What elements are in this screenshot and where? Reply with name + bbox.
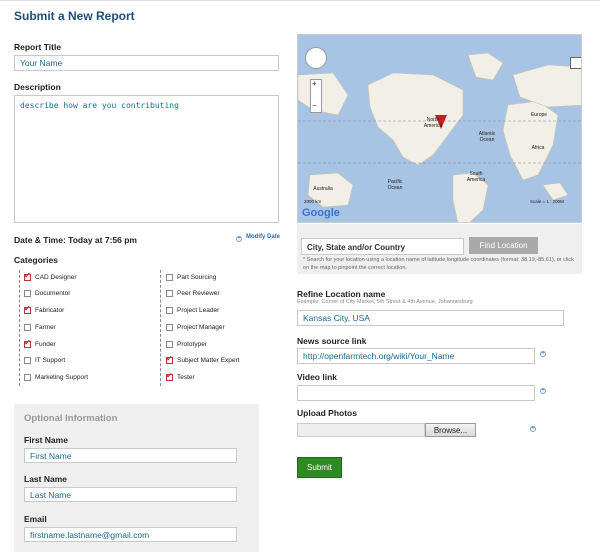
modify-date-link[interactable]: Modify Date [246,234,280,240]
category-item[interactable]: Funder [24,338,88,350]
layer-switcher-icon[interactable] [570,57,581,69]
checkbox[interactable] [24,357,31,365]
refine-location-label: Refine Location name [297,289,386,299]
news-link-label: News source link [297,336,367,346]
map-label: Australia [313,186,333,192]
category-item[interactable]: Project Manager [166,321,240,333]
category-label: Tester [177,374,195,382]
checkbox-checked[interactable] [166,371,173,382]
checkbox-checked[interactable] [166,354,173,365]
category-item[interactable]: Part Sourcing [166,271,240,283]
file-path-field[interactable] [297,423,425,437]
refine-location-example: Example: Corner of City Market, 5th Stre… [297,299,473,305]
zoom-out-icon[interactable]: − [312,101,317,110]
checkbox[interactable] [166,340,173,348]
category-label: CAD Designer [35,273,77,281]
browse-button[interactable]: Browse... [425,423,476,437]
zoom-in-icon[interactable]: + [312,79,317,88]
checkbox-checked[interactable] [24,338,31,348]
category-label: Documentor [35,290,71,298]
category-item[interactable]: Project Leader [166,305,240,317]
find-location-button[interactable]: Find Location [469,237,538,254]
map-label: Africa [531,145,545,151]
optional-info-panel: Optional Information First Name First Na… [14,404,259,552]
checkbox[interactable] [166,307,173,315]
upload-photos-label: Upload Photos [297,408,357,418]
add-video-link-icon[interactable]: + [540,388,546,394]
first-name-input[interactable]: First Name [24,448,237,463]
first-name-label: First Name [24,435,68,445]
category-label: Marketing Support [35,374,89,382]
submit-button[interactable]: Submit [297,457,342,478]
checkbox[interactable] [24,374,31,382]
description-label: Description [14,82,61,92]
map-scale: 2000 km [304,199,322,204]
location-search-input[interactable]: City, State and/or Country [301,238,464,255]
news-link-input[interactable]: http://openfarmtech.org/wiki/Your_Name [297,348,535,364]
category-tree-line [19,270,20,386]
category-item[interactable]: Fabricator [24,304,88,317]
email-label: Email [24,514,47,524]
category-label: Subject Matter Expert [177,357,240,365]
categories-label: Categories [14,255,58,265]
top-divider [0,0,600,1]
category-label: Prototyper [177,340,207,348]
checkbox-checked[interactable] [24,271,31,281]
category-item[interactable]: Subject Matter Expert [166,354,240,367]
category-label: Farmer [35,323,56,331]
page-title: Submit a New Report [14,9,135,23]
category-label: Project Manager [177,323,225,331]
google-logo: Google [302,207,340,219]
categories-left: CAD Designer Documentor Fabricator Farme… [24,271,88,384]
map-scale-ratio: Scale = 1 : 200M [530,199,564,204]
map-land [298,52,581,222]
refine-location-input[interactable]: Kansas City, USA [297,310,564,326]
map-label: Europe [530,112,548,118]
category-item[interactable]: Tester [166,371,240,384]
map-label: Atlantic Ocean [478,131,496,143]
checkbox[interactable] [166,290,173,298]
category-label: Funder [35,340,56,348]
plus-icon[interactable]: + [236,236,242,242]
video-link-input[interactable] [297,385,535,401]
map-label: North America [423,117,443,129]
checkbox-checked[interactable] [24,304,31,315]
map-label: Pacific Ocean [387,179,403,191]
category-item[interactable]: IT Support [24,355,88,367]
category-item[interactable]: CAD Designer [24,271,88,283]
category-label: Fabricator [35,307,65,315]
checkbox[interactable] [24,323,31,331]
optional-info-heading: Optional Information [24,413,118,424]
category-tree-line [160,270,161,386]
email-input[interactable]: firstname.lastname@gmail.com [24,527,237,542]
category-item[interactable]: Documentor [24,288,88,300]
checkbox[interactable] [166,273,173,281]
category-item[interactable]: Marketing Support [24,372,88,384]
map[interactable]: + − North America Atlantic Ocean Europe … [297,34,582,223]
map-label: South America [466,171,486,183]
categories-right: Part Sourcing Peer Reviewer Project Lead… [166,271,240,384]
add-news-link-icon[interactable]: + [540,351,546,357]
datetime-label: Date & Time: Today at 7:56 pm [14,235,137,245]
add-photo-icon[interactable]: + [530,426,536,432]
checkbox[interactable] [166,323,173,331]
category-label: IT Support [35,357,66,365]
category-label: Part Sourcing [177,273,217,281]
last-name-label: Last Name [24,474,67,484]
category-item[interactable]: Peer Reviewer [166,288,240,300]
report-title-label: Report Title [14,42,62,52]
category-item[interactable]: Prototyper [166,338,240,350]
pan-control-icon[interactable] [305,47,327,69]
checkbox[interactable] [24,290,31,298]
category-label: Project Leader [177,307,220,315]
video-link-label: Video link [297,372,337,382]
category-label: Peer Reviewer [177,290,220,298]
description-textarea[interactable]: describe how are you contributing [14,95,279,223]
location-help-text: * Search for your location using a locat… [303,257,574,271]
report-title-input[interactable]: Your Name [14,55,279,71]
category-item[interactable]: Farmer [24,321,88,333]
last-name-input[interactable]: Last Name [24,487,237,502]
